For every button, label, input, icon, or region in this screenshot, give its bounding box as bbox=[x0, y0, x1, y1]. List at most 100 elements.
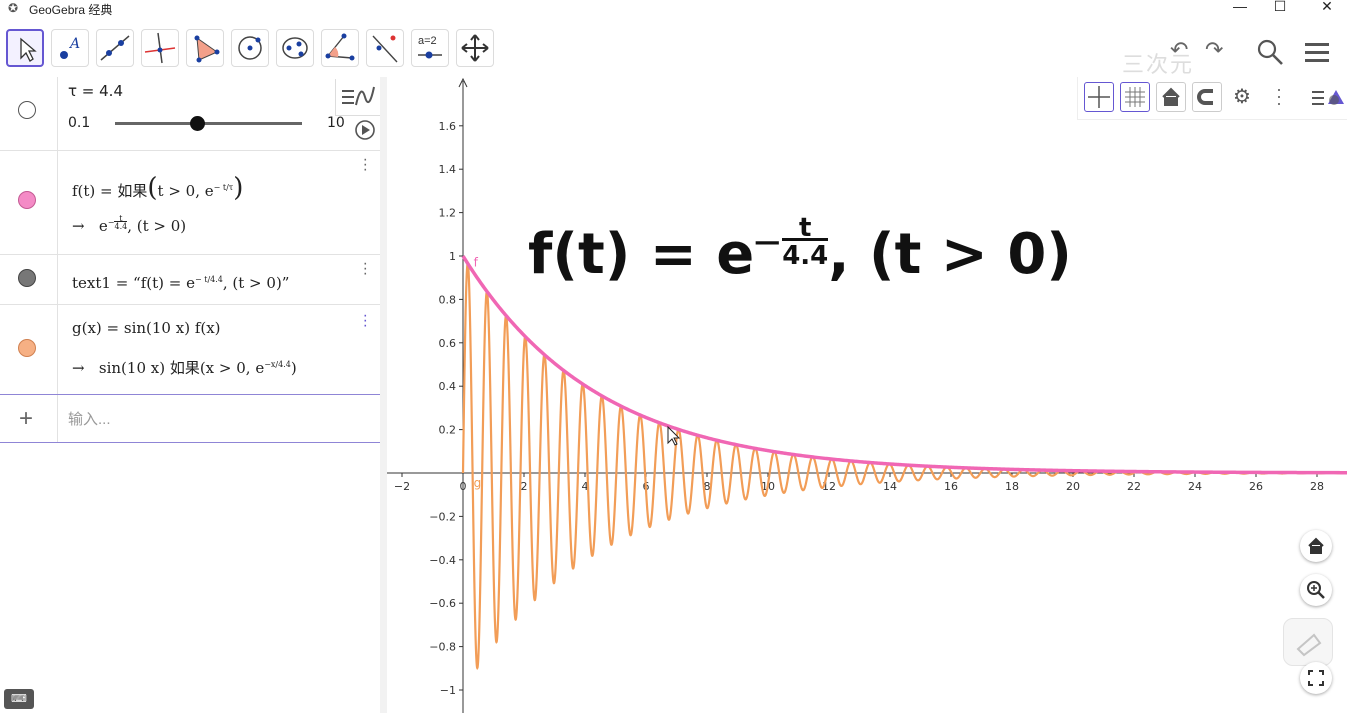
arrow-cursor-icon bbox=[20, 37, 37, 62]
y-tick-label: −1 bbox=[440, 684, 456, 697]
x-tick-label: 26 bbox=[1249, 480, 1263, 493]
slider-icon bbox=[418, 51, 442, 59]
angle-tool-button[interactable] bbox=[321, 29, 359, 67]
y-tick-label: −0.4 bbox=[429, 554, 456, 567]
f-exp: − t/τ bbox=[213, 183, 234, 192]
move-graphics-tool-button[interactable] bbox=[456, 29, 494, 67]
function-f-definition: f(t) = 如果(t > 0, e− t/τ) bbox=[72, 173, 243, 203]
text1-row[interactable]: · · · text1 = “f(t) = e− t/4.4, (t > 0)” bbox=[0, 255, 380, 305]
title-bar: ✪ GeoGebra 经典 — ☐ ✕ bbox=[0, 0, 1347, 17]
geogebra-logo-icon: ✪ bbox=[8, 1, 19, 15]
series-f-line bbox=[461, 255, 1347, 475]
formula-tail: , (t > 0) bbox=[828, 222, 1072, 287]
algebra-view: τ = 4.4 0.1 10 · · · f(t) = 如果(t > 0, e− t… bbox=[0, 77, 381, 713]
g-exp: −x/4.4 bbox=[264, 360, 291, 369]
polygon-tool-button[interactable] bbox=[186, 29, 224, 67]
toolbar: A a=2 三次元 ↶ ↷ bbox=[0, 17, 1347, 78]
f-lhs: f(t) = 如果 bbox=[72, 182, 148, 200]
slider-label: τ = 4.4 bbox=[68, 82, 123, 100]
svg-text:A: A bbox=[68, 36, 80, 52]
zoom-button[interactable] bbox=[1300, 574, 1332, 606]
show-grid-button[interactable] bbox=[1120, 82, 1150, 112]
kebab-menu-icon[interactable]: · · · bbox=[363, 256, 368, 282]
row-divider bbox=[57, 77, 58, 150]
floating-watermark bbox=[1283, 618, 1333, 666]
point-tool-button[interactable]: A bbox=[51, 29, 89, 67]
function-g-row[interactable]: · · · g(x) = sin(10 x) f(x) → sin(10 x) 如果… bbox=[0, 305, 380, 395]
magnet-icon bbox=[1197, 89, 1213, 105]
point-capturing-button[interactable] bbox=[1192, 82, 1222, 112]
reflect-icon bbox=[372, 35, 398, 63]
slider-row[interactable]: τ = 4.4 0.1 10 bbox=[0, 77, 380, 151]
kebab-menu-icon[interactable]: · · · bbox=[363, 152, 368, 178]
circle-tool-button[interactable] bbox=[231, 29, 269, 67]
add-icon[interactable]: + bbox=[19, 405, 33, 433]
algebra-style-button[interactable] bbox=[335, 79, 380, 116]
formula-text[interactable]: f(t) = e — t 4.4, (t > 0) bbox=[528, 214, 1072, 287]
move-tool-button[interactable] bbox=[6, 29, 44, 67]
y-tick-label: 1.6 bbox=[439, 120, 457, 133]
slider-min: 0.1 bbox=[68, 115, 91, 131]
menu-icon[interactable] bbox=[1302, 37, 1332, 67]
minimize-icon[interactable]: — bbox=[1225, 0, 1255, 16]
f-exp-den: 4.4 bbox=[114, 221, 128, 231]
y-tick-label: 0.6 bbox=[439, 337, 457, 350]
redo-icon[interactable]: ↷ bbox=[1205, 37, 1223, 63]
slider-max: 10 bbox=[327, 115, 345, 131]
graphics-view[interactable]: −2 0 2 4 6 8 10 12 14 16 18 20 22 24 26 28 1.6 1.4 1.2 1 0.8… bbox=[387, 77, 1347, 713]
fullscreen-button[interactable] bbox=[1300, 662, 1332, 694]
axes-icon bbox=[1088, 86, 1110, 108]
f-base: e bbox=[98, 217, 108, 235]
function-g-result: → sin(10 x) 如果(x > 0, e−x/4.4) bbox=[72, 357, 297, 378]
fullscreen-icon bbox=[1308, 670, 1324, 686]
y-tick-label: 0.8 bbox=[439, 293, 457, 306]
home-icon bbox=[1162, 87, 1180, 106]
slider-thumb[interactable] bbox=[190, 116, 205, 131]
play-icon[interactable] bbox=[354, 119, 376, 141]
function-f-row[interactable]: · · · f(t) = 如果(t > 0, e− t/τ) → e− t 4.4, (… bbox=[0, 151, 380, 255]
graphics-more-icon[interactable]: · · · bbox=[1276, 80, 1282, 112]
undo-icon[interactable]: ↶ bbox=[1170, 37, 1188, 63]
visibility-toggle[interactable] bbox=[18, 339, 36, 357]
y-tick-label: −0.6 bbox=[429, 597, 456, 610]
row-divider bbox=[57, 151, 58, 254]
search-icon[interactable] bbox=[1255, 37, 1285, 67]
graphics-style-toggle[interactable] bbox=[1308, 84, 1344, 112]
close-icon[interactable]: ✕ bbox=[1312, 0, 1342, 16]
conic-tool-button[interactable] bbox=[276, 29, 314, 67]
standard-view-button[interactable] bbox=[1156, 82, 1186, 112]
x-tick-label: 28 bbox=[1310, 480, 1324, 493]
graphics-settings-button[interactable]: ⚙ bbox=[1228, 82, 1258, 112]
result-arrow: → bbox=[72, 359, 85, 377]
input-row[interactable]: + 输入... bbox=[0, 395, 380, 443]
f-cond-tail: , (t > 0) bbox=[127, 217, 187, 235]
f-close: ) bbox=[233, 173, 244, 203]
slider-track[interactable] bbox=[115, 122, 302, 125]
y-tick-label: 1.4 bbox=[439, 163, 457, 176]
visibility-toggle[interactable] bbox=[18, 269, 36, 287]
result-arrow: → bbox=[72, 217, 85, 235]
kebab-menu-icon[interactable]: · · · bbox=[363, 308, 368, 334]
plot-canvas[interactable]: −2 0 2 4 6 8 10 12 14 16 18 20 22 24 26 281.61.41.210.8… bbox=[387, 77, 1347, 713]
show-axes-button[interactable] bbox=[1084, 82, 1114, 112]
keyboard-icon[interactable]: ⌨ bbox=[4, 689, 34, 709]
home-button[interactable] bbox=[1300, 530, 1332, 562]
g-result-text: sin(10 x) 如果(x > 0, e bbox=[98, 359, 265, 377]
maximize-icon[interactable]: ☐ bbox=[1265, 0, 1295, 16]
row-divider bbox=[57, 255, 58, 304]
polygon-icon bbox=[194, 35, 220, 63]
line-icon bbox=[100, 35, 130, 61]
algebra-graph-icon bbox=[342, 86, 375, 106]
series-g-label: g bbox=[474, 476, 482, 490]
y-tick-label: 0.2 bbox=[439, 424, 457, 437]
point-icon: A bbox=[60, 36, 80, 59]
formula-exp-den: 4.4 bbox=[782, 238, 829, 271]
function-g-definition: g(x) = sin(10 x) f(x) bbox=[72, 319, 221, 337]
perpendicular-tool-button[interactable] bbox=[141, 29, 179, 67]
visibility-toggle[interactable] bbox=[18, 191, 36, 209]
slider-tool-button[interactable]: a=2 bbox=[411, 29, 449, 67]
visibility-toggle[interactable] bbox=[18, 101, 36, 119]
algebra-input[interactable]: 输入... bbox=[68, 408, 111, 429]
line-tool-button[interactable] bbox=[96, 29, 134, 67]
reflect-tool-button[interactable] bbox=[366, 29, 404, 67]
